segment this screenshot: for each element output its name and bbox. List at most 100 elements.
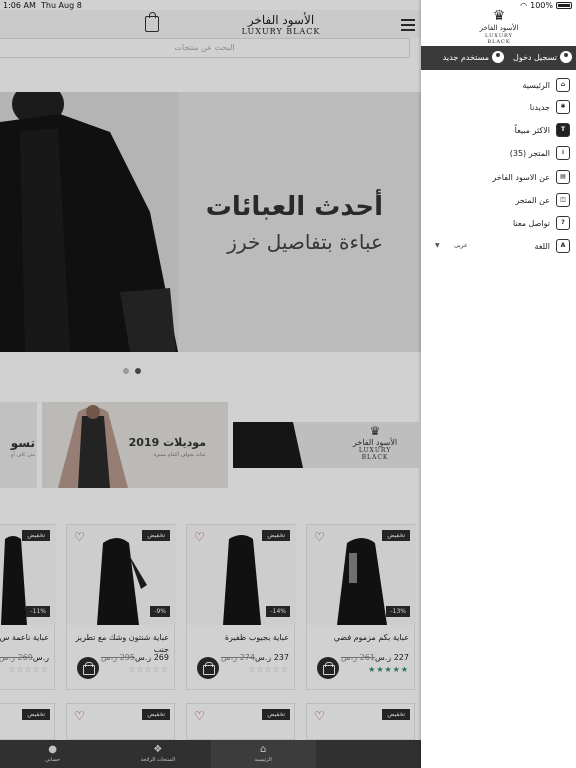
- product-price: 269 ر.س295 ر.س: [101, 653, 169, 662]
- banner-logo-mark: ♛: [369, 424, 381, 438]
- tab-empty: [316, 740, 421, 768]
- shop-icon: ▤: [556, 170, 570, 184]
- heart-icon[interactable]: ♡: [194, 709, 205, 723]
- sale-badge: تخفيض: [142, 709, 170, 720]
- tab-trending[interactable]: ❖ المنتجات الرائجة: [105, 740, 210, 768]
- app-header: الأسود الفاخر LUXURY BLACK: [0, 10, 421, 38]
- rating-stars: ☆☆☆☆☆: [128, 665, 169, 674]
- add-to-cart-bag-icon[interactable]: [197, 657, 219, 679]
- hero-model-image: [0, 92, 178, 352]
- slider-dot[interactable]: [123, 368, 129, 374]
- banner-card[interactable]: تسو متن كاف أو: [0, 402, 37, 488]
- sale-badge: تخفيض: [142, 530, 170, 541]
- product-card[interactable]: تخفيض ♡ -14% عباية بجيوب ظفيرة 237 ر.س27…: [186, 524, 296, 690]
- banner-card-2019[interactable]: موديلات 2019 عباية بحواف أكمام مميزة: [42, 402, 228, 488]
- banner-subtitle: متن كاف أو: [10, 452, 35, 458]
- register-button[interactable]: مستخدم جديد: [443, 51, 504, 63]
- auth-bar: تسجيل دخول مستخدم جديد: [421, 46, 576, 70]
- wifi-icon: ◠: [520, 1, 528, 10]
- discount-percent: -9%: [150, 606, 170, 617]
- heart-icon[interactable]: ♡: [74, 709, 85, 723]
- add-to-cart-bag-icon[interactable]: [317, 657, 339, 679]
- main-screen: الأسود الفاخر LUXURY BLACK البحث عن منتج…: [0, 0, 421, 768]
- discount-percent: -11%: [26, 606, 50, 617]
- battery-icon: [556, 2, 572, 9]
- banner-model-image: [58, 405, 128, 488]
- slider-dot-active[interactable]: [135, 368, 141, 374]
- add-to-cart-bag-icon[interactable]: [77, 657, 99, 679]
- drawer-item-contact[interactable]: ? تواصل معنا: [513, 214, 570, 232]
- drawer-item-home[interactable]: ⌂ الرئيسية: [522, 76, 570, 94]
- drawer-item-store[interactable]: ⁞ المتجر (35): [510, 144, 570, 162]
- top-badge-icon: T: [556, 123, 570, 137]
- product-card[interactable]: تخفيض ♡: [66, 703, 175, 740]
- banner-subtitle: عباية بحواف أكمام مميزة: [153, 452, 206, 458]
- home-icon: ⌂: [556, 78, 570, 92]
- status-right: ◠ 100%: [520, 1, 572, 10]
- status-bar: 1:06 AM Thu Aug 8 ◠ 100%: [0, 0, 576, 12]
- product-card[interactable]: تخفيض ♡ -13% عباية بكم مزموم فضي 227 ر.س…: [306, 524, 416, 690]
- banner-title: موديلات 2019: [128, 436, 206, 449]
- heart-icon[interactable]: ♡: [314, 709, 325, 723]
- product-name: عباية بكم مزموم فضي: [333, 633, 409, 642]
- tab-bar: ● حسابي ❖ المنتجات الرائجة ⌂ الرئيسية: [0, 740, 421, 768]
- banner-title: تسو: [10, 436, 35, 450]
- rating-stars: ☆☆☆☆☆: [248, 665, 289, 674]
- hero-slider[interactable]: أحدث العبائات عباءة بتفاصيل خرز: [0, 92, 421, 352]
- status-time: 1:06 AM Thu Aug 8: [3, 1, 82, 10]
- drawer-item-about-brand[interactable]: ▤ عن الاسود الفاخر: [492, 168, 570, 186]
- hero-subtitle: عباءة بتفاصيل خرز: [227, 230, 383, 254]
- contact-icon: ?: [556, 216, 570, 230]
- product-name: عباية ناعمة س امام وكم: [0, 633, 49, 642]
- caret-down-icon[interactable]: ▼: [435, 242, 440, 249]
- product-name: عباية بجيوب ظفيرة: [224, 633, 289, 642]
- drawer-logo: ♛ الأسود الفاخر LUXURY BLACK: [476, 8, 522, 45]
- search-input[interactable]: البحث عن منتجات: [0, 38, 410, 58]
- sale-badge: تخفيض: [262, 709, 290, 720]
- language-select-value[interactable]: عربى: [454, 242, 468, 249]
- product-price: 227 ر.س261 ر.س: [341, 653, 409, 662]
- login-user-icon: [560, 51, 572, 63]
- dropbox-icon: ❖: [153, 744, 163, 755]
- heart-icon[interactable]: ♡: [314, 530, 325, 544]
- heart-icon[interactable]: ♡: [194, 530, 205, 544]
- discount-percent: -14%: [266, 606, 290, 617]
- product-price: ر.س269 ر.س: [0, 653, 49, 662]
- side-drawer: ♛ الأسود الفاخر LUXURY BLACK تسجيل دخول …: [421, 0, 576, 768]
- heart-icon[interactable]: ♡: [74, 530, 85, 544]
- tab-home[interactable]: ⌂ الرئيسية: [210, 740, 316, 768]
- store-items-icon: ⁞: [556, 146, 570, 160]
- product-card[interactable]: تخفيض -11% عباية ناعمة س امام وكم ر.س269…: [0, 524, 56, 690]
- product-price: 237 ر.س274 ر.س: [221, 653, 289, 662]
- user-icon: ●: [48, 744, 57, 755]
- banner-card-logo[interactable]: ♛ الأسود الفاخر LUXURY BLACK: [233, 422, 419, 468]
- bag-icon: ◫: [556, 193, 570, 207]
- login-button[interactable]: تسجيل دخول: [513, 51, 572, 63]
- language-icon: A: [556, 239, 570, 253]
- product-card[interactable]: تخفيض ♡: [186, 703, 295, 740]
- product-card[interactable]: تخفيض ♡: [306, 703, 415, 740]
- sale-badge: تخفيض: [22, 709, 50, 720]
- new-badge-icon: ✱: [556, 100, 570, 114]
- rating-stars: ☆☆☆☆☆: [8, 665, 49, 674]
- drawer-item-new[interactable]: ✱ جديدنا: [530, 98, 570, 116]
- banner-logo: ♛ الأسود الفاخر LUXURY BLACK: [345, 424, 405, 461]
- hero-title: أحدث العبائات: [205, 192, 383, 222]
- cart-bag-icon[interactable]: [145, 12, 159, 32]
- product-card[interactable]: تخفيض: [0, 703, 55, 740]
- product-card[interactable]: تخفيض ♡ -9% عباية شنتون وشك مع تطريز جنب…: [66, 524, 176, 690]
- drawer-item-bestsellers[interactable]: T الاكثر مبيعاً: [515, 121, 570, 139]
- hamburger-menu-icon[interactable]: [401, 19, 415, 34]
- sale-badge: تخفيض: [22, 530, 50, 541]
- sale-badge: تخفيض: [382, 530, 410, 541]
- rating-stars: ★★★★★: [368, 665, 409, 674]
- sale-badge: تخفيض: [382, 709, 410, 720]
- discount-percent: -13%: [386, 606, 410, 617]
- banner-abaya-image: [233, 422, 303, 468]
- drawer-item-language[interactable]: A اللغة: [535, 237, 570, 255]
- tab-account[interactable]: ● حسابي: [0, 740, 105, 768]
- battery-percent: 100%: [530, 1, 553, 10]
- slider-dots[interactable]: [123, 368, 141, 374]
- header-logo[interactable]: الأسود الفاخر LUXURY BLACK: [235, 14, 327, 37]
- drawer-item-about-store[interactable]: ◫ عن المتجر: [515, 191, 570, 209]
